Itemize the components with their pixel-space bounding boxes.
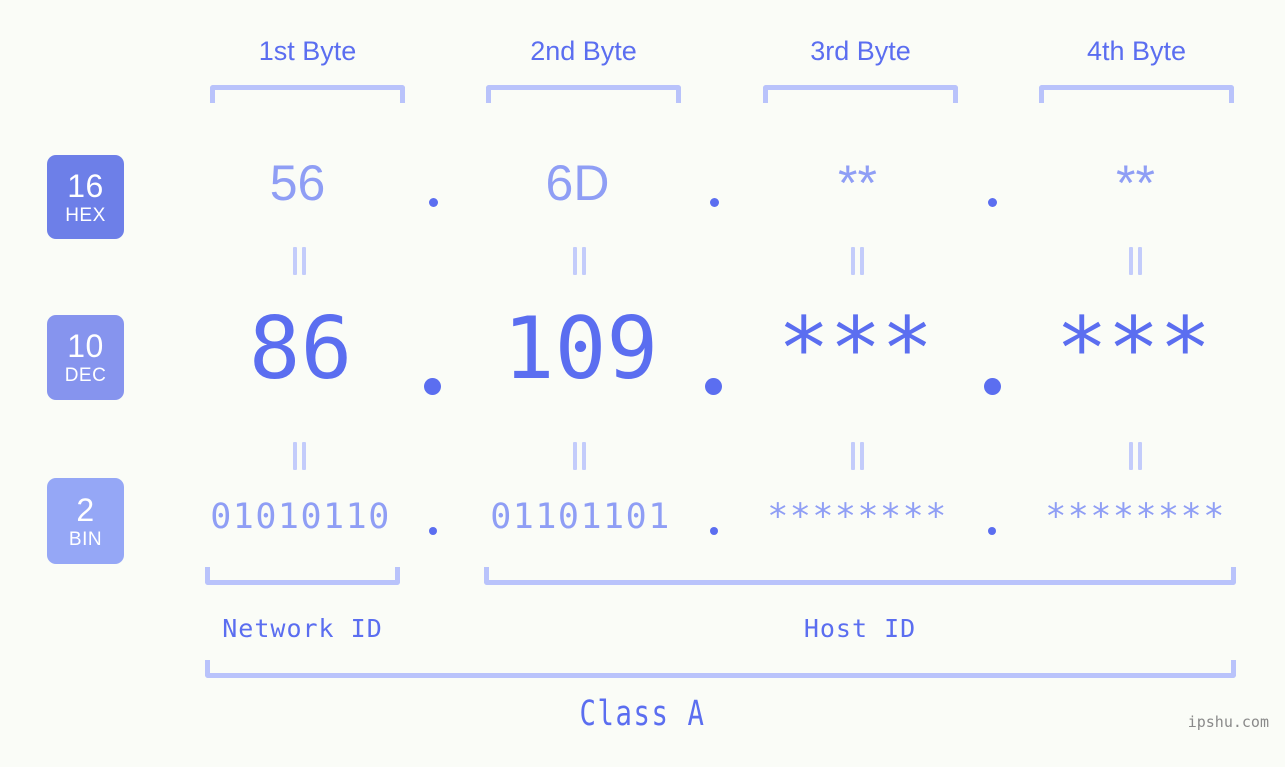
- base-badge-bin-abbr: BIN: [68, 528, 103, 550]
- hex-byte-1: 56: [269, 155, 326, 211]
- network-id-label: Network ID: [222, 614, 383, 643]
- byte-header-2: 2nd Byte: [530, 36, 637, 66]
- bin-separator-dot-1: [429, 527, 437, 535]
- byte-bracket-4: [1039, 85, 1234, 103]
- hex-separator-dot-2: [710, 198, 719, 207]
- site-watermark: ipshu.com: [1187, 713, 1269, 731]
- class-bracket: [205, 660, 1236, 678]
- dec-separator-dot-2: [705, 378, 722, 395]
- dec-separator-dot-1: [424, 378, 441, 395]
- bin-byte-2: 01101101: [490, 497, 671, 537]
- byte-bracket-1: [210, 85, 405, 103]
- base-badge-dec-number: 10: [67, 328, 104, 364]
- ip-address-breakdown-diagram: 1st Byte 2nd Byte 3rd Byte 4th Byte 16 H…: [0, 0, 1285, 767]
- equals-connector-dec-bin-3: [851, 442, 866, 470]
- equals-connector-dec-bin-2: [573, 442, 588, 470]
- equals-connector-hex-dec-4: [1129, 247, 1144, 275]
- equals-connector-dec-bin-1: [293, 442, 308, 470]
- bin-separator-dot-2: [710, 527, 718, 535]
- network-id-bracket: [205, 567, 400, 585]
- host-id-label: Host ID: [803, 614, 917, 643]
- base-badge-dec-abbr: DEC: [64, 365, 107, 386]
- base-badge-hex-number: 16: [67, 167, 104, 204]
- byte-header-4: 4th Byte: [1086, 36, 1187, 66]
- base-badge-hex: 16 HEX: [47, 155, 124, 239]
- equals-connector-hex-dec-2: [573, 247, 588, 275]
- byte-bracket-2: [486, 85, 681, 103]
- base-badge-hex-abbr: HEX: [65, 204, 106, 226]
- dec-byte-3: ***: [777, 299, 934, 399]
- hex-byte-2: 6D: [545, 155, 610, 211]
- hex-separator-dot-1: [429, 198, 438, 207]
- host-id-bracket: [484, 567, 1236, 585]
- byte-header-1: 1st Byte: [258, 36, 357, 66]
- equals-connector-hex-dec-1: [293, 247, 308, 275]
- hex-separator-dot-3: [988, 198, 997, 207]
- byte-bracket-3: [763, 85, 958, 103]
- hex-byte-3: **: [838, 155, 877, 211]
- dec-separator-dot-3: [984, 378, 1001, 395]
- base-badge-bin-number: 2: [76, 491, 95, 528]
- equals-connector-dec-bin-4: [1129, 442, 1144, 470]
- bin-byte-3: ********: [767, 497, 948, 537]
- hex-byte-4: **: [1116, 155, 1155, 211]
- dec-byte-4: ***: [1055, 299, 1212, 399]
- bin-separator-dot-3: [988, 527, 996, 535]
- base-badge-bin: 2 BIN: [47, 478, 124, 564]
- base-badge-dec: 10 DEC: [47, 315, 124, 400]
- dec-byte-1: 86: [248, 299, 353, 399]
- class-label: Class A: [579, 694, 706, 734]
- byte-header-3: 3rd Byte: [810, 36, 911, 66]
- equals-connector-hex-dec-3: [851, 247, 866, 275]
- bin-byte-1: 01010110: [210, 497, 391, 537]
- dec-byte-2: 109: [502, 299, 659, 399]
- bin-byte-4: ********: [1045, 497, 1226, 537]
